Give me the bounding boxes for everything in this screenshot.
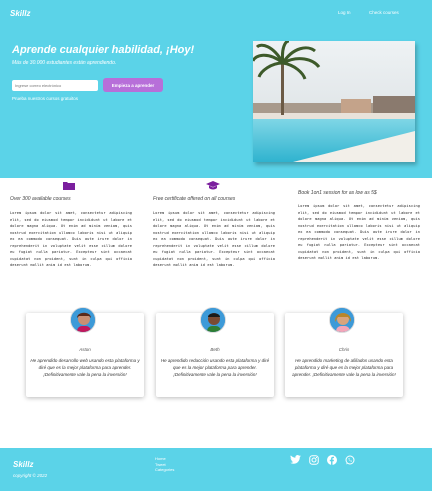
instagram-icon[interactable] [308, 454, 319, 465]
feature-title: Book 1on1 session for as low as 5$ [298, 190, 377, 196]
avatar [329, 307, 355, 333]
footer-link-categories[interactable]: Categories [155, 467, 174, 473]
feature-title: Over 300 available courses [10, 196, 71, 202]
testimonial-name: Chris [338, 347, 350, 352]
hero-title: Aprende cualquier habilidad, ¡Hoy! [12, 44, 195, 56]
hero-subtitle: Más de 30.000 estudiantes están aprendie… [12, 60, 117, 66]
avatar [200, 307, 226, 333]
avatar [70, 307, 96, 333]
folder-icon [62, 180, 76, 190]
copyright-text: copyright © 2022 [13, 473, 48, 478]
whatsapp-icon[interactable] [344, 454, 355, 465]
social-links [290, 454, 355, 465]
testimonial-text: He aprendido redacción usando esta plata… [160, 358, 270, 377]
testimonial-text: He aprendido marketing de afiliados usan… [292, 358, 396, 377]
feature-text: Lorem ipsum dolor sit amet, consectetur … [10, 211, 132, 267]
testimonial-name: Aston [79, 347, 91, 352]
nav-login-link[interactable]: Log In [338, 10, 351, 15]
testimonial-text: He aprendido desarrollo web usando esta … [30, 358, 140, 377]
footer-links: Home Tweet Categories [155, 456, 174, 473]
testimonial-card: Aston He aprendido desarrollo web usando… [26, 307, 144, 397]
hero-pool-image [253, 41, 415, 162]
graduation-cap-icon [206, 180, 220, 190]
email-input[interactable] [12, 80, 98, 91]
facebook-icon[interactable] [326, 454, 337, 465]
feature-text: Lorem ipsum dolor sit amet, consectetur … [153, 211, 275, 267]
footer: Skillz copyright © 2022 Home Tweet Categ… [0, 448, 432, 491]
footer-brand[interactable]: Skillz [13, 460, 33, 469]
nav-courses-link[interactable]: Check courses [369, 10, 399, 15]
feature-title: Free certificate offered on all courses [153, 196, 236, 202]
twitter-icon[interactable] [290, 454, 301, 465]
testimonial-card: Beth He aprendido redacción usando esta … [156, 307, 274, 397]
hero-section: Skillz Log In Check courses Aprende cual… [0, 0, 432, 178]
testimonial-name: Beth [210, 347, 220, 352]
brand-logo[interactable]: Skillz [10, 9, 30, 18]
testimonial-card: Chris He aprendido marketing de afiliado… [285, 307, 403, 397]
free-courses-link[interactable]: Prueba nuestros cursos gratuitos [12, 96, 78, 101]
start-learning-button[interactable]: Empieza a aprender [103, 78, 163, 92]
feature-text: Lorem ipsum dolor sit amet, consectetur … [298, 204, 420, 260]
